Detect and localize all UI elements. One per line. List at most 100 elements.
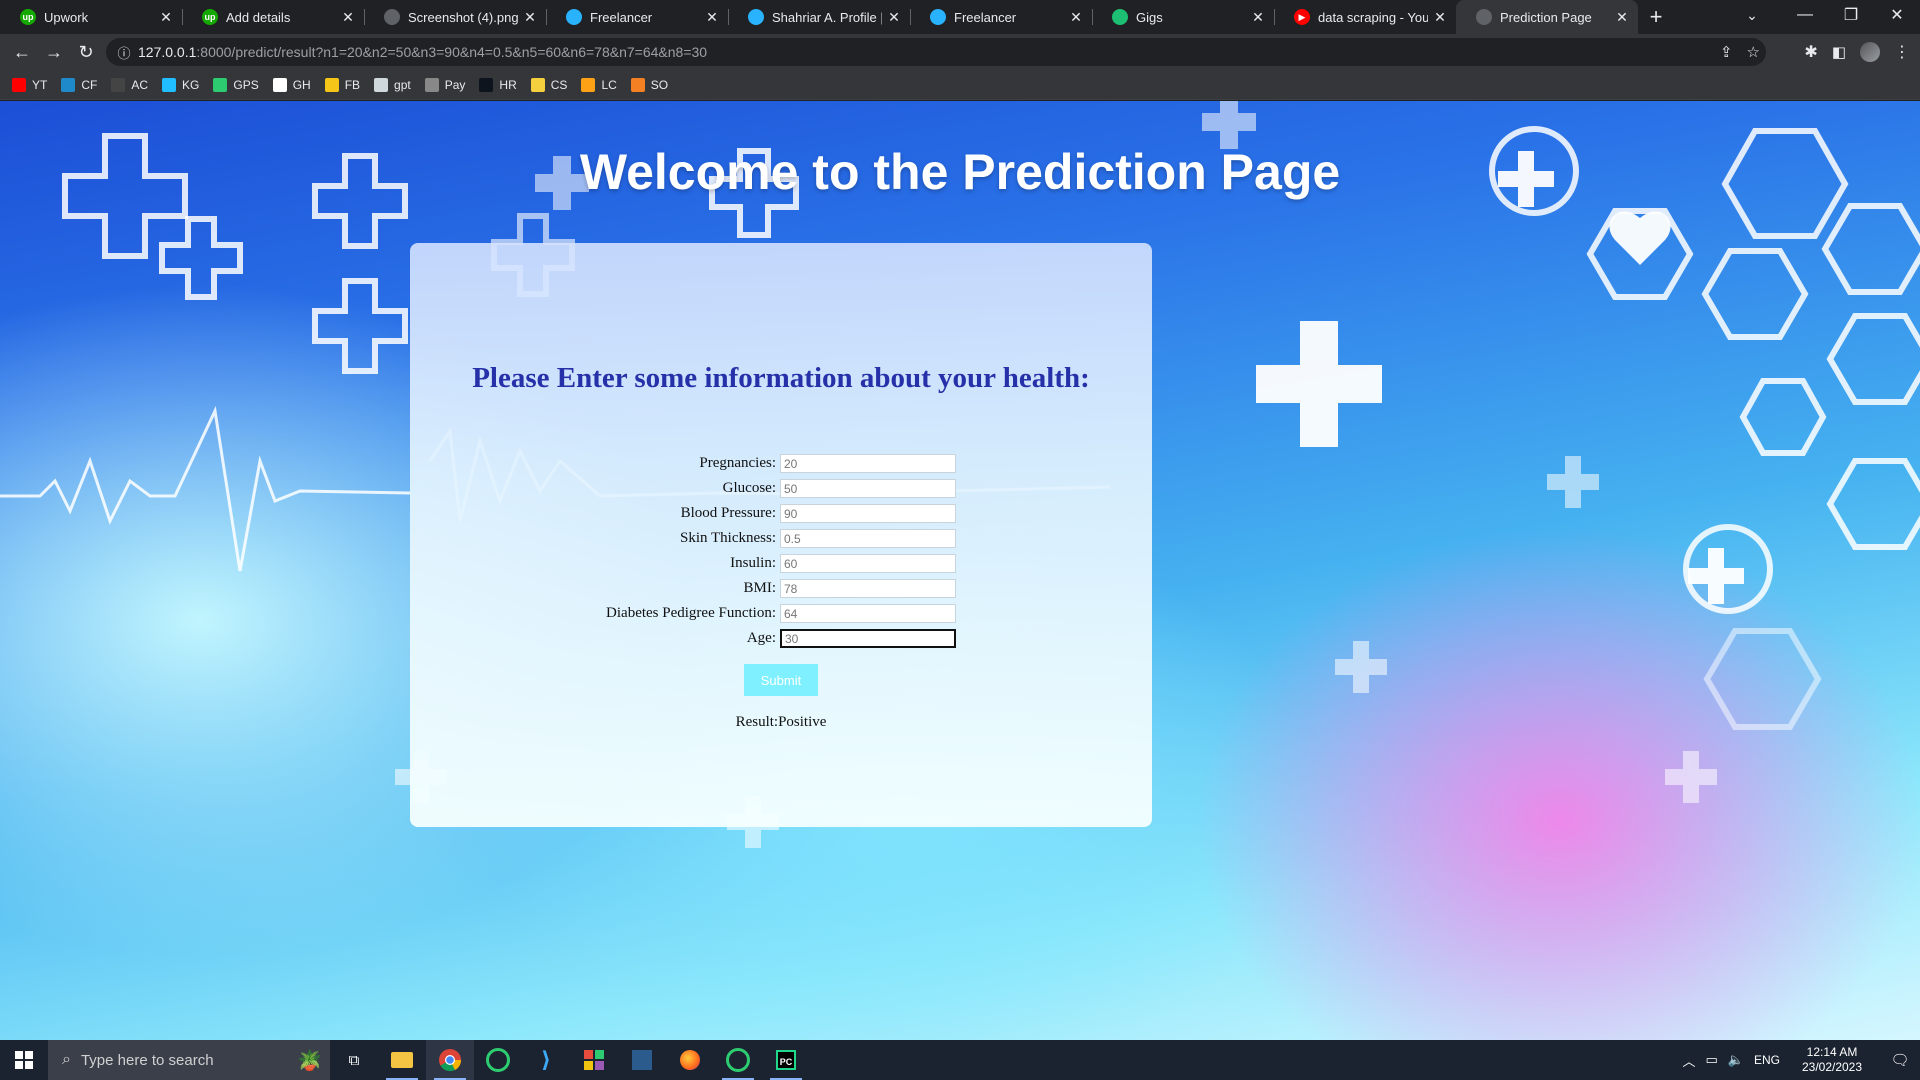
codeforces-icon [61,77,76,92]
bookmark-item[interactable]: Pay [424,77,466,92]
tab-close-icon[interactable]: ✕ [1432,9,1448,26]
freelancer-icon [566,9,582,25]
bookmark-item[interactable]: GPS [213,77,259,92]
code-editor-icon[interactable] [618,1040,666,1080]
bookmark-item[interactable]: SO [630,77,668,92]
task-view-icon[interactable]: ⧉ [330,1040,378,1080]
field-input[interactable] [780,604,956,623]
tab-close-icon[interactable]: ✕ [1250,9,1266,26]
heart-icon [1609,211,1671,265]
forward-icon[interactable]: → [38,36,70,68]
bookmark-item[interactable]: gpt [374,77,411,92]
hackerrank-icon [479,77,494,92]
tab-title: Gigs [1136,9,1163,25]
reload-icon[interactable]: ↻ [70,36,102,68]
tab-close-icon[interactable]: ✕ [1614,9,1630,26]
tab-close-icon[interactable]: ✕ [704,9,720,26]
bookmark-label: Pay [444,77,466,92]
bookmark-item[interactable]: HR [479,77,517,92]
bookmark-item[interactable]: CS [530,77,567,92]
restore-icon[interactable]: ❐ [1828,0,1874,30]
pycharm-icon[interactable]: PC [762,1040,810,1080]
back-icon[interactable]: ← [6,36,38,68]
solid-cross-icon [1256,321,1382,447]
browser-tab[interactable]: up Add details ✕ [182,0,364,34]
taskbar-search-input[interactable]: ⌕ Type here to search 🪴 [48,1040,330,1080]
browser-tab[interactable]: ▶ data scraping - YouTu✕ [1274,0,1456,34]
tab-title: Freelancer [954,9,1017,25]
extensions-icon[interactable]: ✱ [1804,42,1817,62]
tab-close-icon[interactable]: ✕ [158,9,174,26]
address-bar[interactable]: ⓘ 127.0.0.1:8000/predict/result?n1=20&n2… [106,38,1766,66]
bookmark-item[interactable]: CF [61,77,97,92]
tab-title: Add details [226,9,291,25]
bookmark-label: GPS [233,77,259,92]
soft-cross-icon [1665,751,1717,803]
site-info-icon[interactable]: ⓘ [110,43,138,62]
colorful-app-icon[interactable] [570,1040,618,1080]
profile-avatar[interactable] [1860,42,1880,62]
field-input[interactable] [780,554,956,573]
windows-start-icon[interactable] [0,1040,48,1080]
chevron-up-icon[interactable]: ︿ [1682,1051,1695,1070]
youtube-icon [12,77,26,92]
clock-date: 23/02/2023 [1801,1060,1863,1074]
language-indicator[interactable]: ENG [1754,1053,1780,1067]
window-controls: — ❐ ✕ [1782,0,1920,34]
field-input[interactable] [780,579,956,598]
tab-search-icon[interactable]: ⌄ [1734,0,1770,30]
bookmark-item[interactable]: AC [111,77,148,92]
file-explorer-icon[interactable] [378,1040,426,1080]
field-input[interactable] [780,629,956,648]
form-row: BMI: [410,576,1152,601]
volume-icon[interactable]: 🔈 [1728,1052,1744,1068]
tab-close-icon[interactable]: ✕ [340,9,356,26]
form-row: Pregnancies: [410,451,1152,476]
clock[interactable]: 12:14 AM 23/02/2023 [1792,1045,1872,1075]
tab-close-icon[interactable]: ✕ [1068,9,1084,26]
form-row: Insulin: [410,551,1152,576]
field-input[interactable] [780,529,956,548]
field-label: Age: [746,630,776,646]
side-panel-icon[interactable]: ◧ [1832,43,1846,61]
browser-tab[interactable]: Shahriar A. Profile | Fre✕ [728,0,910,34]
app-ring-icon[interactable] [714,1040,762,1080]
browser-tab[interactable]: up Upwork ✕ [0,0,182,34]
firefox-icon[interactable] [666,1040,714,1080]
submit-button[interactable]: Submit [744,664,818,696]
share-icon[interactable]: ⇪ [1720,43,1733,61]
notification-icon[interactable]: 🗨 [1880,1051,1920,1069]
chrome-icon[interactable] [426,1040,474,1080]
field-label: Pregnancies: [699,455,776,471]
close-window-icon[interactable]: ✕ [1874,0,1920,30]
field-label: Diabetes Pedigree Function: [606,605,776,621]
bone-hex-icon [1826,458,1920,550]
app-ring-icon[interactable] [474,1040,522,1080]
tab-title: Freelancer [590,9,653,25]
bookmark-item[interactable]: KG [162,77,199,92]
browser-tab[interactable]: Screenshot (4).png (19✕ [364,0,546,34]
browser-tab[interactable]: Gigs ✕ [1092,0,1274,34]
tab-title: Screenshot (4).png (19 [408,9,518,25]
new-tab-button[interactable]: + [1638,0,1674,34]
bookmark-item[interactable]: YT [12,77,47,92]
browser-tab[interactable]: Freelancer ✕ [910,0,1092,34]
bookmark-item[interactable]: FB [324,77,360,92]
facebook-icon [324,77,339,92]
vscode-icon[interactable]: ⟩ [522,1040,570,1080]
tab-close-icon[interactable]: ✕ [886,9,902,26]
menu-icon[interactable]: ⋮ [1894,42,1910,62]
minimize-icon[interactable]: — [1782,0,1828,30]
field-input[interactable] [780,504,956,523]
bookmark-star-icon[interactable]: ☆ [1747,43,1760,61]
bookmark-item[interactable]: GH [272,77,311,92]
field-input[interactable] [780,454,956,473]
browser-tab[interactable]: Prediction Page ✕ [1456,0,1638,34]
field-label: Skin Thickness: [680,530,776,546]
network-icon[interactable]: ▭ [1706,1052,1718,1068]
browser-tab[interactable]: Freelancer ✕ [546,0,728,34]
bookmark-item[interactable]: LC [581,77,617,92]
field-input[interactable] [780,479,956,498]
search-placeholder: Type here to search [80,1051,214,1069]
tab-close-icon[interactable]: ✕ [522,9,538,26]
